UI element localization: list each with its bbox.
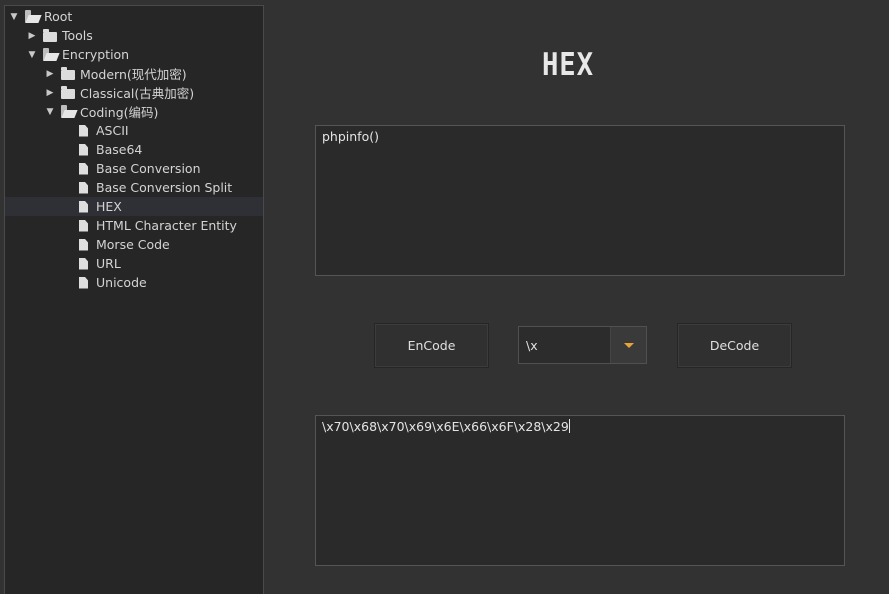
folder-open-icon [43, 47, 57, 61]
tree-item-label: Root [44, 9, 73, 24]
expand-arrow-right-icon[interactable]: ▶ [44, 64, 56, 83]
file-icon [79, 276, 88, 289]
encode-button[interactable]: EnCode [374, 323, 489, 368]
file-icon [79, 124, 88, 137]
hex-logo: HEX [542, 47, 594, 83]
input-text: phpinfo() [322, 129, 379, 144]
tree-item-label: Unicode [96, 275, 147, 290]
text-caret [568, 419, 570, 433]
tree-item[interactable]: ▶HEX [5, 197, 263, 216]
tree-item[interactable]: ▶Base64 [5, 140, 263, 159]
file-icon [79, 181, 88, 194]
tree-item[interactable]: ▶ Tools [5, 26, 263, 45]
chevron-down-icon [623, 342, 634, 348]
tree-item-label: ASCII [96, 123, 129, 138]
expand-arrow-down-icon[interactable]: ▼ [8, 7, 20, 26]
separator-value: \x [526, 337, 538, 353]
output-text: \x70\x68\x70\x69\x6E\x66\x6F\x28\x29 [322, 419, 569, 434]
dropdown-button[interactable] [610, 327, 646, 363]
tree-item[interactable]: ▼ Root [5, 7, 263, 26]
tree-item-label: Modern(现代加密) [80, 67, 187, 82]
output-textarea[interactable]: \x70\x68\x70\x69\x6E\x66\x6F\x28\x29 [315, 415, 845, 566]
tree-item[interactable]: ▶ASCII [5, 121, 263, 140]
tree-item[interactable]: ▶ Modern(现代加密) [5, 64, 263, 83]
tree-item-label: Coding(编码) [80, 105, 159, 120]
file-icon [79, 143, 88, 156]
tree-item[interactable]: ▶Morse Code [5, 235, 263, 254]
folder-icon [43, 28, 57, 42]
tree-item[interactable]: ▶Unicode [5, 273, 263, 292]
tree-item[interactable]: ▶Base Conversion [5, 159, 263, 178]
decode-button[interactable]: DeCode [677, 323, 792, 368]
file-icon [79, 257, 88, 270]
tree-item[interactable]: ▼ Coding(编码) [5, 102, 263, 121]
tree-item-label: HTML Character Entity [96, 218, 237, 233]
expand-arrow-right-icon[interactable]: ▶ [44, 83, 56, 102]
file-icon [79, 162, 88, 175]
tree-item-label: Base Conversion Split [96, 180, 233, 195]
tree-item[interactable]: ▶URL [5, 254, 263, 273]
tree-item[interactable]: ▼ Encryption [5, 45, 263, 64]
expand-arrow-down-icon[interactable]: ▼ [44, 102, 56, 121]
tree-item-label: Classical(古典加密) [80, 86, 195, 101]
tree-item-label: Morse Code [96, 237, 170, 252]
separator-select[interactable]: \x [518, 326, 647, 364]
expand-arrow-right-icon[interactable]: ▶ [26, 26, 38, 45]
file-icon [79, 238, 88, 251]
tree-item[interactable]: ▶ Classical(古典加密) [5, 83, 263, 102]
file-icon [79, 200, 88, 213]
folder-open-icon [61, 104, 75, 118]
file-icon [79, 219, 88, 232]
tree-item[interactable]: ▶HTML Character Entity [5, 216, 263, 235]
folder-icon [61, 85, 75, 99]
expand-arrow-down-icon[interactable]: ▼ [26, 45, 38, 64]
folder-open-icon [25, 9, 39, 23]
input-textarea[interactable]: phpinfo() [315, 125, 845, 276]
tree-item-label: URL [96, 256, 121, 271]
tree-item-label: Encryption [62, 47, 130, 62]
tree-item[interactable]: ▶Base Conversion Split [5, 178, 263, 197]
tree-item-label: Base64 [96, 142, 143, 157]
tree-item-label: HEX [96, 199, 122, 214]
tree-item-label: Base Conversion [96, 161, 201, 176]
folder-icon [61, 66, 75, 80]
tree-item-label: Tools [62, 28, 93, 43]
navigation-tree[interactable]: ▼ Root ▶ Tools ▼ Encryption ▶ Modern(现代加密) ▶ Clas… [4, 5, 264, 594]
